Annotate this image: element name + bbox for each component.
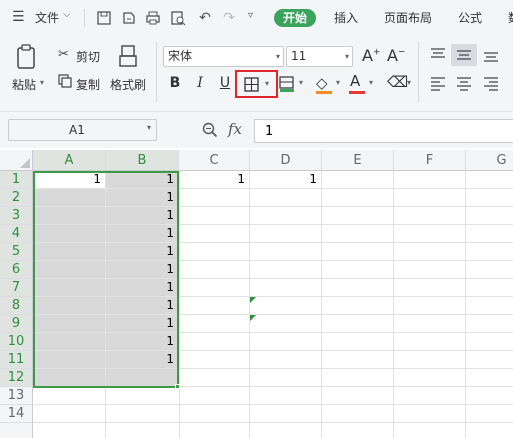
align-middle-icon xyxy=(457,50,471,60)
chevron-down-icon[interactable]: ▾ xyxy=(299,78,303,87)
tab-page-layout[interactable]: 页面布局 xyxy=(384,9,432,27)
font-color-swatch xyxy=(349,91,365,94)
align-middle-button[interactable] xyxy=(451,44,477,66)
export-icon[interactable] xyxy=(121,10,137,26)
chevron-down-icon[interactable]: ▾ xyxy=(407,78,411,87)
tab-home[interactable]: 开始 xyxy=(274,9,317,27)
zoom-icon[interactable] xyxy=(202,122,218,138)
row-header[interactable]: 14 xyxy=(0,405,33,423)
copy-icon[interactable] xyxy=(58,74,72,88)
row-header[interactable]: 3 xyxy=(0,207,33,225)
formula-bar: A1 ▾ fx 1 xyxy=(0,112,513,148)
chevron-down-icon[interactable]: ▾ xyxy=(369,78,373,87)
fill-color-icon[interactable]: ◇ xyxy=(316,74,328,92)
row-header[interactable]: 1 xyxy=(0,171,33,189)
font-name-value: 宋体 xyxy=(168,49,193,63)
align-center-icon[interactable] xyxy=(456,77,472,91)
fx-icon[interactable]: fx xyxy=(228,120,242,138)
font-color-icon[interactable]: A xyxy=(350,72,360,90)
divider xyxy=(156,42,157,102)
align-right-icon[interactable] xyxy=(483,77,499,91)
tab-insert[interactable]: 插入 xyxy=(334,9,358,27)
column-header-e[interactable]: E xyxy=(322,150,394,171)
gridlines xyxy=(33,171,513,438)
row-header[interactable]: 8 xyxy=(0,297,33,315)
increase-font-icon[interactable]: A+ xyxy=(362,46,381,65)
row-header[interactable]: 6 xyxy=(0,261,33,279)
paste-dropdown-icon[interactable]: ▾ xyxy=(40,78,44,87)
select-all-triangle xyxy=(20,158,30,168)
row-header[interactable]: 4 xyxy=(0,225,33,243)
select-all-corner[interactable] xyxy=(0,150,33,171)
italic-icon[interactable]: I xyxy=(190,73,210,93)
column-header-d[interactable]: D xyxy=(250,150,322,171)
chevron-down-icon[interactable]: ▾ xyxy=(336,78,340,87)
column-header-f[interactable]: F xyxy=(394,150,466,171)
row-header[interactable]: 12 xyxy=(0,369,33,387)
fill-color-swatch xyxy=(316,91,332,94)
chevron-down-icon: ▾ xyxy=(146,123,151,132)
menu-bar: ☰ 文件 ⌵ ↶ ↷ ▿ 开始 插入 页面布局 公式 数 xyxy=(0,0,513,36)
tab-data[interactable]: 数 xyxy=(508,9,513,27)
error-indicator-icon[interactable] xyxy=(250,315,256,321)
eraser-icon[interactable]: ⌫ xyxy=(387,73,408,91)
decrease-font-icon[interactable]: A− xyxy=(387,46,406,65)
formula-input[interactable]: 1 xyxy=(254,119,513,143)
font-size-select[interactable]: 11 ▾ xyxy=(286,46,353,67)
row-header[interactable]: 13 xyxy=(0,387,33,405)
row-header[interactable]: 2 xyxy=(0,189,33,207)
paste-icon[interactable] xyxy=(15,44,37,70)
row-header[interactable] xyxy=(0,423,33,438)
redo-icon[interactable]: ↷ xyxy=(220,9,238,27)
copy-button[interactable]: 复制 xyxy=(76,76,100,93)
format-painter-icon[interactable] xyxy=(117,44,139,70)
row-header[interactable]: 11 xyxy=(0,351,33,369)
name-box-value: A1 xyxy=(69,123,85,137)
cut-button[interactable]: 剪切 xyxy=(76,48,100,65)
align-left-icon[interactable] xyxy=(430,77,446,91)
formula-value: 1 xyxy=(265,124,274,139)
borders-button[interactable]: ▾ xyxy=(235,70,278,98)
paste-button[interactable]: 粘贴 xyxy=(12,76,36,93)
column-header-a[interactable]: A xyxy=(33,150,106,171)
align-top-icon[interactable] xyxy=(430,48,446,62)
name-box[interactable]: A1 ▾ xyxy=(8,119,157,141)
fill-borders-icon[interactable] xyxy=(279,75,296,92)
column-header-c[interactable]: C xyxy=(179,150,250,171)
ribbon: 粘贴 ▾ ✂ 剪切 复制 格式刷 宋体 ▾ 11 ▾ A+ A− B I U ▾… xyxy=(0,36,513,112)
column-header-g[interactable]: G xyxy=(466,150,513,171)
column-header-b[interactable]: B xyxy=(106,150,179,171)
chevron-down-icon: ▾ xyxy=(344,52,349,61)
divider xyxy=(84,9,85,27)
customize-toolbar-icon[interactable]: ▿ xyxy=(248,10,253,21)
align-bottom-icon[interactable] xyxy=(483,48,499,62)
file-menu[interactable]: 文件 xyxy=(35,9,59,27)
row-header[interactable]: 5 xyxy=(0,243,33,261)
bold-icon[interactable]: B xyxy=(165,73,185,93)
chevron-down-icon: ▾ xyxy=(265,79,270,88)
fill-handle[interactable] xyxy=(175,384,180,389)
undo-icon[interactable]: ↶ xyxy=(196,9,214,27)
format-painter-button[interactable]: 格式刷 xyxy=(110,76,146,93)
chevron-down-icon[interactable]: ⌵ xyxy=(63,9,71,20)
divider xyxy=(418,42,419,102)
error-indicator-icon[interactable] xyxy=(250,297,256,303)
print-icon[interactable] xyxy=(145,10,161,26)
underline-icon[interactable]: U xyxy=(215,73,235,93)
borders-icon xyxy=(244,77,259,92)
font-name-select[interactable]: 宋体 ▾ xyxy=(163,46,284,67)
save-icon[interactable] xyxy=(96,10,112,26)
scissors-icon[interactable]: ✂ xyxy=(58,47,69,62)
tab-formulas[interactable]: 公式 xyxy=(458,9,482,27)
row-header[interactable]: 7 xyxy=(0,279,33,297)
chevron-down-icon: ▾ xyxy=(275,52,280,61)
font-size-value: 11 xyxy=(291,49,307,63)
hamburger-icon[interactable]: ☰ xyxy=(12,9,25,25)
row-header[interactable]: 9 xyxy=(0,315,33,333)
print-preview-icon[interactable] xyxy=(170,10,186,26)
row-header[interactable]: 10 xyxy=(0,333,33,351)
